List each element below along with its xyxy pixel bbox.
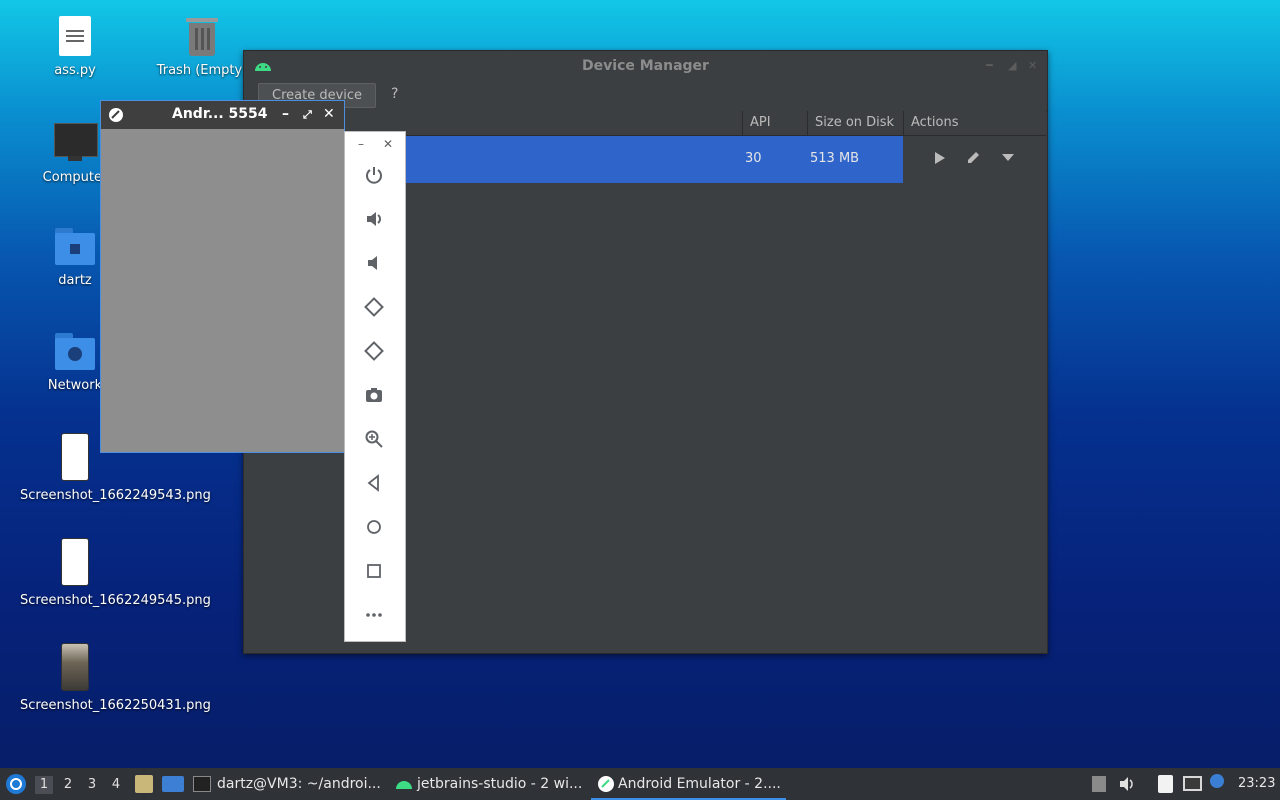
network-icon[interactable] [1183,776,1202,791]
taskbar: 1 2 3 4 dartz@VM3: ~/androi... jetbrains… [0,768,1280,800]
close-icon[interactable]: ✕ [323,106,335,122]
android-studio-icon [109,108,123,122]
rotate-left-icon[interactable] [359,292,389,322]
image-file-icon [61,643,89,691]
home-folder-icon [55,228,95,266]
column-actions[interactable]: Actions [903,111,1041,135]
computer-icon [54,123,98,163]
emulator-screen[interactable] [101,129,344,452]
volume-icon[interactable] [1118,775,1136,793]
device-manager-titlebar[interactable]: Device Manager ━ ◢ ✕ [244,51,1047,81]
row-actions [904,136,1044,183]
desktop-icon-screenshot-3[interactable]: Screenshot_1662250431.png [20,643,211,714]
task-label: jetbrains-studio - 2 wi... [417,776,583,792]
workspace-4[interactable]: 4 [107,776,125,794]
start-menu-button[interactable] [4,772,28,796]
edit-icon[interactable] [967,150,981,164]
clipboard-icon[interactable] [1158,775,1173,793]
volume-up-icon[interactable] [359,204,389,234]
task-terminal[interactable]: dartz@VM3: ~/androi... [193,768,385,800]
camera-icon[interactable] [359,380,389,410]
workspace-2[interactable]: 2 [59,776,77,794]
desktop-icon-label: Screenshot_1662249543.png [20,488,211,503]
back-icon[interactable] [359,468,389,498]
desktop-icon-label: ass.py [54,63,96,78]
clock[interactable]: 23:23 [1238,768,1275,800]
close-icon[interactable]: ✕ [383,137,393,151]
home-icon[interactable] [359,512,389,542]
maximize-icon[interactable]: ⤢ [303,108,312,122]
column-api[interactable]: API [742,111,806,135]
more-icon[interactable] [359,600,389,630]
workspace-1[interactable]: 1 [35,776,53,794]
cell-api: 30 [745,151,762,166]
zoom-icon[interactable] [359,424,389,454]
desktop-icon-label: Screenshot_1662250431.png [20,698,211,713]
android-studio-icon [598,776,614,792]
emulator-window: Andr... 5554 – ⤢ ✕ [100,100,345,453]
trash-icon [186,16,218,56]
task-jetbrains-studio[interactable]: jetbrains-studio - 2 wi... [395,768,585,800]
network-folder-icon [55,333,95,371]
window-title: Device Manager [582,58,709,74]
desktop-icon-label: Trash (Empty) [156,63,248,78]
lubuntu-logo-icon [6,774,26,794]
cell-size: 513 MB [810,151,860,166]
maximize-icon[interactable]: ◢ [1008,59,1016,72]
image-file-icon [61,433,89,481]
close-icon[interactable]: ✕ [1028,59,1037,72]
rotate-right-icon[interactable] [359,336,389,366]
desktop-icon-trash[interactable]: Trash (Empty) [147,16,257,79]
chevron-down-icon[interactable] [1001,153,1015,163]
task-label: Android Emulator - 2.... [618,776,781,792]
device-manager-toolbar: Create device ? [244,81,1047,112]
emulator-titlebar[interactable]: Andr... 5554 – ⤢ ✕ [101,101,344,129]
update-notifier-icon[interactable] [1210,774,1224,788]
desktop-icon-label: Screenshot_1662249545.png [20,593,211,608]
workspace-3[interactable]: 3 [83,776,101,794]
file-manager-launcher-icon[interactable] [135,775,153,793]
minimize-icon[interactable]: – [358,137,364,151]
overview-icon[interactable] [359,556,389,586]
launch-icon[interactable] [933,151,947,165]
task-android-emulator[interactable]: Android Emulator - 2.... [591,768,786,800]
text-file-icon [59,16,91,56]
power-icon[interactable] [359,160,389,190]
tray-expand-icon[interactable] [1092,776,1106,792]
minimize-icon[interactable]: ━ [986,59,993,72]
terminal-icon [193,776,211,792]
desktop-icon-ass-py[interactable]: ass.py [20,16,130,79]
emulator-toolbar: – ✕ [344,131,406,642]
column-size[interactable]: Size on Disk [807,111,903,135]
volume-down-icon[interactable] [359,248,389,278]
show-desktop-icon[interactable] [162,776,184,792]
task-label: dartz@VM3: ~/androi... [217,776,381,792]
minimize-icon[interactable]: – [282,106,289,122]
help-button[interactable]: ? [391,86,398,102]
image-file-icon [61,538,89,586]
desktop-icon-screenshot-2[interactable]: Screenshot_1662249545.png [20,538,211,609]
android-icon [396,781,412,789]
window-title: Andr... 5554 [172,106,268,122]
